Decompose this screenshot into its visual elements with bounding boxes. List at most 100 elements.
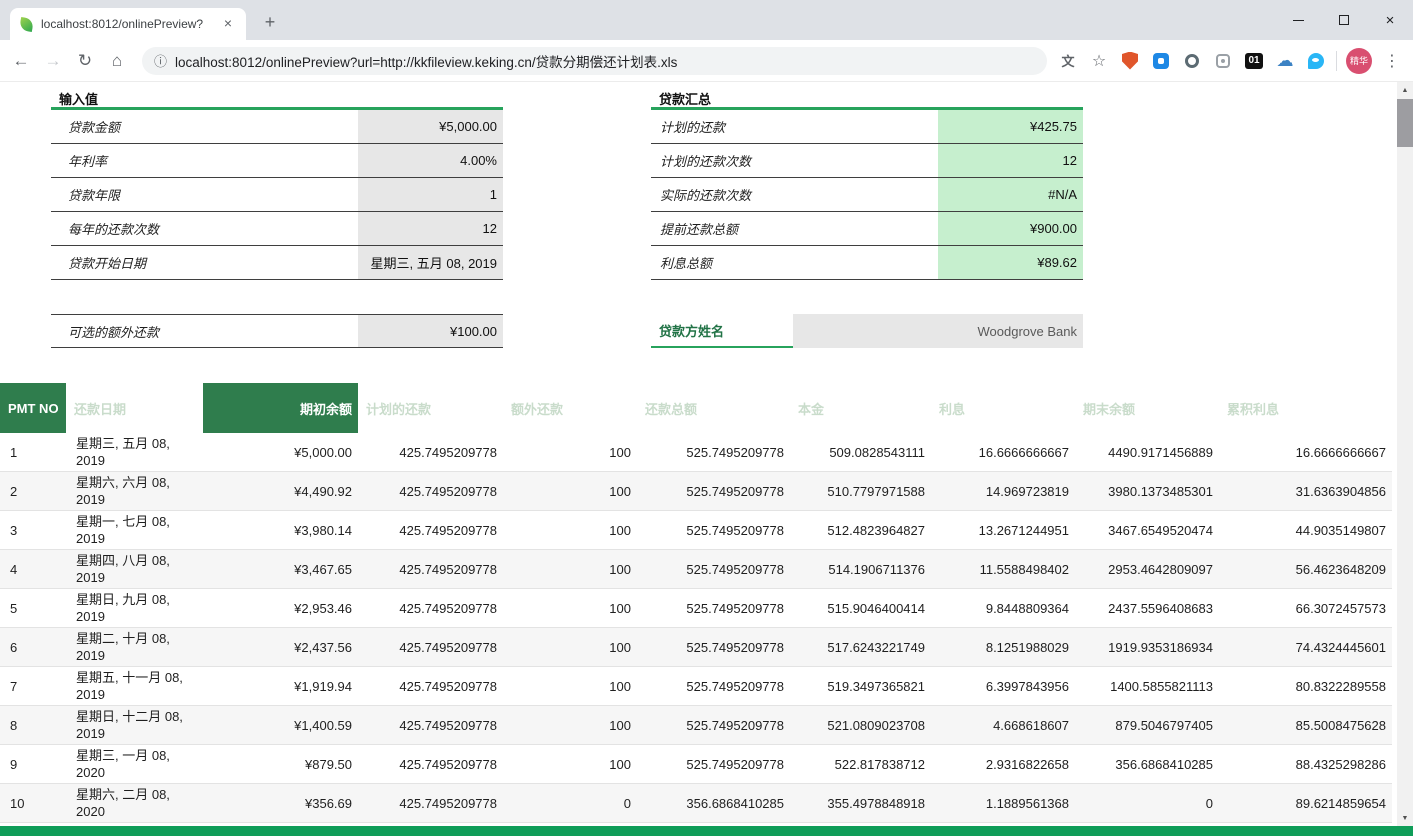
cell: ¥3,467.65 <box>203 550 358 589</box>
cell: 66.3072457573 <box>1219 589 1392 628</box>
cloud-extension-icon[interactable]: ☁ <box>1274 50 1296 72</box>
translate-icon[interactable]: 文 <box>1057 50 1079 72</box>
cell: 356.6868410285 <box>1075 745 1219 784</box>
row-value: ¥100.00 <box>358 315 503 347</box>
url-bar[interactable]: ⓘ localhost:8012/onlinePreview?url=http:… <box>142 47 1047 75</box>
cell: 355.4978848918 <box>790 784 931 823</box>
cell: 2953.4642809097 <box>1075 550 1219 589</box>
page-info-icon[interactable]: ⓘ <box>154 51 167 70</box>
cell: 9 <box>0 745 66 784</box>
cell: 356.6868410285 <box>637 784 790 823</box>
bird-icon <box>1308 53 1324 69</box>
cell: 100 <box>503 667 637 706</box>
cell: 88.4325298286 <box>1219 745 1392 784</box>
01-badge: 01 <box>1245 53 1263 69</box>
row-label: 利息总额 <box>651 246 938 279</box>
column-header: 还款总额 <box>637 383 790 433</box>
home-button[interactable]: ⌂ <box>102 46 132 76</box>
browser-menu-icon[interactable]: ⋮ <box>1381 50 1403 72</box>
amortization-table: PMT NO还款日期期初余额计划的还款额外还款还款总额本金利息期末余额累积利息 … <box>0 383 1392 823</box>
cell: 519.3497365821 <box>790 667 931 706</box>
vertical-scrollbar[interactable]: ▲ ▼ <box>1397 82 1413 826</box>
cell: 44.9035149807 <box>1219 511 1392 550</box>
profile-avatar[interactable]: 精华 <box>1346 48 1372 74</box>
row-label: 每年的还款次数 <box>51 212 358 245</box>
cell: ¥5,000.00 <box>203 433 358 472</box>
bookmark-star-icon[interactable]: ☆ <box>1088 50 1110 72</box>
cell: 星期日, 十二月 08, 2019 <box>66 706 203 745</box>
minimize-icon <box>1293 20 1304 21</box>
row-value: 1 <box>358 178 503 211</box>
cell: 10 <box>0 784 66 823</box>
forward-button[interactable]: → <box>38 46 68 76</box>
cell: 1919.9353186934 <box>1075 628 1219 667</box>
tab-title: localhost:8012/onlinePreview? <box>41 17 212 31</box>
column-header: 累积利息 <box>1219 383 1392 433</box>
cell: 100 <box>503 472 637 511</box>
back-button[interactable]: ← <box>6 46 36 76</box>
cell: 85.5008475628 <box>1219 706 1392 745</box>
cell: 509.0828543111 <box>790 433 931 472</box>
cell: 425.7495209778 <box>358 589 503 628</box>
minimize-button[interactable] <box>1275 0 1321 40</box>
gray-extension-icon[interactable] <box>1212 50 1234 72</box>
row-value: ¥89.62 <box>938 246 1083 279</box>
bird-extension-icon[interactable] <box>1305 50 1327 72</box>
input-row: 每年的还款次数12 <box>51 212 503 246</box>
table-row: 3星期一, 七月 08, 2019¥3,980.14425.7495209778… <box>0 511 1392 550</box>
scrollbar-thumb[interactable] <box>1397 99 1413 147</box>
navigation-bar: ← → ↻ ⌂ ⓘ localhost:8012/onlinePreview?u… <box>0 40 1413 82</box>
browser-tab[interactable]: localhost:8012/onlinePreview? × <box>10 8 246 40</box>
scroll-down-button[interactable]: ▼ <box>1397 810 1413 826</box>
summary-rows: 计划的还款¥425.75计划的还款次数12实际的还款次数#N/A提前还款总额¥9… <box>651 110 1083 280</box>
row-value: ¥5,000.00 <box>358 110 503 143</box>
01-extension-icon[interactable]: 01 <box>1243 50 1265 72</box>
cell: 100 <box>503 550 637 589</box>
maximize-button[interactable] <box>1321 0 1367 40</box>
cell: 0 <box>1075 784 1219 823</box>
reload-button[interactable]: ↻ <box>70 46 100 76</box>
tab-close-icon[interactable]: × <box>220 16 236 32</box>
cell: 525.7495209778 <box>637 433 790 472</box>
shield-extension-icon[interactable] <box>1119 50 1141 72</box>
input-row: 贷款年限1 <box>51 178 503 212</box>
table-row: 5星期日, 九月 08, 2019¥2,953.46425.7495209778… <box>0 589 1392 628</box>
cell: 16.6666666667 <box>931 433 1075 472</box>
cell: 4.668618607 <box>931 706 1075 745</box>
cell: ¥1,919.94 <box>203 667 358 706</box>
cell: 80.8322289558 <box>1219 667 1392 706</box>
new-tab-button[interactable]: + <box>258 11 282 35</box>
scroll-up-button[interactable]: ▲ <box>1397 82 1413 98</box>
cell: 4 <box>0 550 66 589</box>
row-value: 12 <box>358 212 503 245</box>
table-row: 9星期三, 一月 08, 2020¥879.50425.749520977810… <box>0 745 1392 784</box>
column-header: 期初余额 <box>203 383 358 433</box>
cell: ¥2,953.46 <box>203 589 358 628</box>
cell: ¥4,490.92 <box>203 472 358 511</box>
cell: 425.7495209778 <box>358 433 503 472</box>
cell: 56.4623648209 <box>1219 550 1392 589</box>
cell: 2.9316822658 <box>931 745 1075 784</box>
row-value: 星期三, 五月 08, 2019 <box>358 246 503 279</box>
row-label: 贷款金额 <box>51 110 358 143</box>
window-controls: × <box>1275 0 1413 40</box>
ring-extension-icon[interactable] <box>1181 50 1203 72</box>
blue-extension-icon[interactable] <box>1150 50 1172 72</box>
cell: 425.7495209778 <box>358 745 503 784</box>
cell: 星期日, 九月 08, 2019 <box>66 589 203 628</box>
cell: 4490.9171456889 <box>1075 433 1219 472</box>
spacer <box>51 280 503 314</box>
cell: 525.7495209778 <box>637 550 790 589</box>
inputs-section-title: 输入值 <box>51 82 503 110</box>
cell: 14.969723819 <box>931 472 1075 511</box>
input-row: 利息总额¥89.62 <box>651 246 1083 280</box>
close-button[interactable]: × <box>1367 0 1413 40</box>
column-header: 还款日期 <box>66 383 203 433</box>
row-label: 贷款年限 <box>51 178 358 211</box>
cell: 514.1906711376 <box>790 550 931 589</box>
cell: 525.7495209778 <box>637 589 790 628</box>
cell: 515.9046400414 <box>790 589 931 628</box>
cell: 425.7495209778 <box>358 667 503 706</box>
row-label: 计划的还款次数 <box>651 144 938 177</box>
input-row: 实际的还款次数#N/A <box>651 178 1083 212</box>
